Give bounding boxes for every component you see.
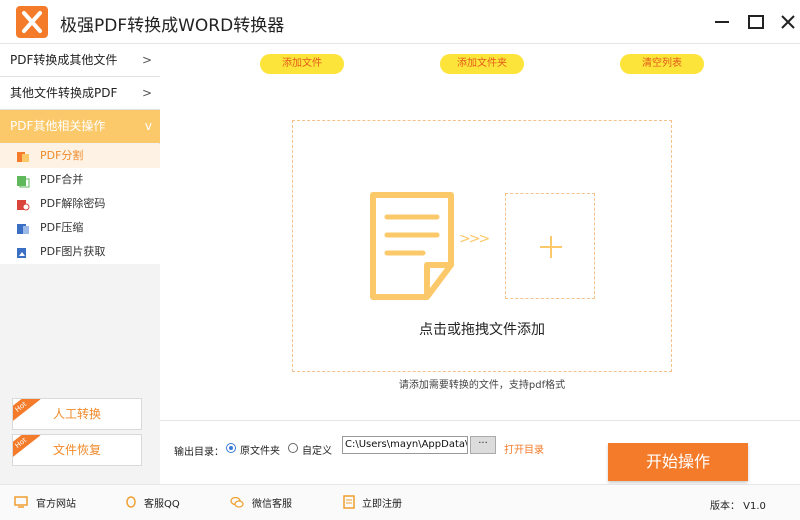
sidebar-category-label: 其他文件转换成PDF bbox=[10, 86, 118, 100]
output-settings-bar: 输出目录： 原文件夹 自定义 C:\Users\mayn\AppData\Ro … bbox=[160, 420, 800, 484]
output-dir-label: 输出目录： bbox=[174, 447, 224, 458]
sidebar-item-pdf-merge[interactable]: PDF合并 bbox=[0, 168, 160, 192]
radio-source-folder-label[interactable]: 原文件夹 bbox=[240, 442, 280, 457]
chevron-down-icon: v bbox=[144, 119, 152, 133]
file-drop-zone[interactable]: >>> 点击或拖拽文件添加 bbox=[292, 120, 672, 372]
wechat-icon bbox=[230, 494, 244, 508]
sidebar-category-label: PDF其他相关操作 bbox=[10, 119, 106, 133]
sidebar: PDF转换成其他文件 > 其他文件转换成PDF > PDF其他相关操作 v PD… bbox=[0, 44, 160, 484]
sidebar-item-label: PDF合并 bbox=[40, 173, 84, 186]
radio-source-folder[interactable] bbox=[226, 443, 236, 453]
output-path-input[interactable]: C:\Users\mayn\AppData\Ro bbox=[342, 436, 468, 454]
wechat-support-link[interactable]: 微信客服 bbox=[252, 495, 292, 510]
add-file-plus-box[interactable] bbox=[505, 193, 595, 299]
maximize-button[interactable] bbox=[742, 8, 770, 36]
sidebar-item-pdf-unlock[interactable]: PDF解除密码 bbox=[0, 192, 160, 216]
sidebar-item-label: PDF压缩 bbox=[40, 221, 84, 234]
register-icon bbox=[342, 494, 356, 509]
official-website-link[interactable]: 官方网站 bbox=[36, 495, 76, 510]
start-operation-button[interactable]: 开始操作 bbox=[608, 443, 748, 481]
drop-zone-hint: 请添加需要转换的文件，支持pdf格式 bbox=[398, 380, 566, 391]
sidebar-item-pdf-image[interactable]: PDF图片获取 bbox=[0, 240, 160, 264]
app-title: 极强PDF转换成WORD转换器 bbox=[60, 16, 285, 36]
file-recovery-button[interactable]: Hot 文件恢复 bbox=[12, 434, 142, 466]
sidebar-item-pdf-compress[interactable]: PDF压缩 bbox=[0, 216, 160, 240]
close-button[interactable] bbox=[774, 8, 800, 36]
browse-button[interactable]: ··· bbox=[470, 436, 496, 454]
document-icon bbox=[367, 191, 457, 301]
add-folder-button[interactable]: 添加文件夹 bbox=[440, 54, 524, 74]
manual-convert-label: 人工转换 bbox=[52, 407, 101, 421]
hot-badge: Hot bbox=[13, 435, 41, 461]
radio-custom-folder[interactable] bbox=[288, 443, 298, 453]
minimize-button[interactable] bbox=[708, 8, 736, 36]
file-recovery-label: 文件恢复 bbox=[52, 443, 101, 457]
pdf-merge-icon bbox=[16, 173, 30, 188]
open-directory-link[interactable]: 打开目录 bbox=[504, 441, 544, 456]
sidebar-category-other-to-pdf[interactable]: 其他文件转换成PDF > bbox=[0, 77, 160, 110]
plus-icon-vertical bbox=[550, 236, 552, 258]
app-logo-icon bbox=[16, 6, 48, 38]
pdf-compress-icon bbox=[16, 221, 30, 235]
support-qq-link[interactable]: 客服QQ bbox=[144, 495, 180, 510]
title-bar: 极强PDF转换成WORD转换器 bbox=[0, 0, 800, 44]
pdf-split-icon bbox=[16, 149, 30, 163]
sidebar-item-pdf-split[interactable]: PDF分割 bbox=[0, 144, 160, 168]
main-panel: 添加文件 添加文件夹 清空列表 >>> 点击或拖拽文件添加 请添加需要转换的文件… bbox=[160, 44, 800, 420]
drop-zone-label: 点击或拖拽文件添加 bbox=[419, 322, 545, 338]
qq-icon bbox=[124, 494, 138, 508]
sidebar-category-pdf-to-other[interactable]: PDF转换成其他文件 > bbox=[0, 44, 160, 77]
register-now-link[interactable]: 立即注册 bbox=[362, 495, 402, 510]
pdf-image-icon bbox=[16, 245, 30, 259]
clear-list-button[interactable]: 清空列表 bbox=[620, 54, 704, 74]
chevron-right-icon: > bbox=[141, 53, 152, 67]
footer-bar: 官方网站 客服QQ 微信客服 立即注册 版本： V1.0 bbox=[0, 484, 800, 520]
add-file-button[interactable]: 添加文件 bbox=[260, 54, 344, 74]
monitor-icon bbox=[14, 494, 28, 508]
arrow-right-icon: >>> bbox=[459, 231, 490, 247]
sidebar-category-label: PDF转换成其他文件 bbox=[10, 53, 118, 67]
radio-custom-folder-label[interactable]: 自定义 bbox=[302, 442, 332, 457]
sidebar-category-pdf-other-ops[interactable]: PDF其他相关操作 v bbox=[0, 110, 160, 143]
hot-badge: Hot bbox=[13, 399, 41, 425]
pdf-unlock-icon bbox=[16, 197, 30, 211]
sidebar-item-label: PDF图片获取 bbox=[40, 245, 106, 258]
sidebar-item-label: PDF分割 bbox=[40, 149, 84, 162]
sidebar-item-label: PDF解除密码 bbox=[40, 197, 106, 210]
version-label: 版本： V1.0 bbox=[710, 501, 766, 512]
chevron-right-icon: > bbox=[141, 86, 152, 100]
manual-convert-button[interactable]: Hot 人工转换 bbox=[12, 398, 142, 430]
